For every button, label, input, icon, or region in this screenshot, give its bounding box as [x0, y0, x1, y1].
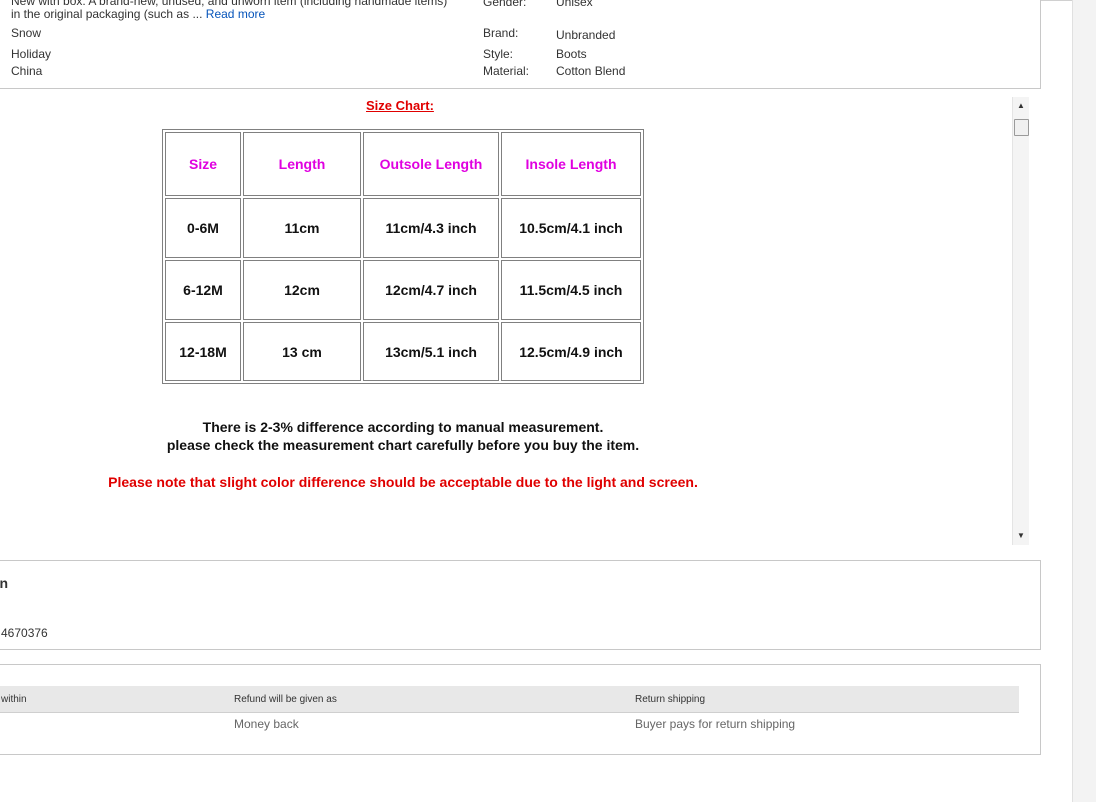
- material-value: Cotton Blend: [556, 64, 626, 78]
- table-cell: 12cm: [243, 260, 361, 320]
- scroll-down-arrow-icon[interactable]: ▼: [1013, 529, 1029, 543]
- measurement-note-1: There is 2-3% difference according to ma…: [202, 419, 604, 435]
- table-row: 12-18M 13 cm 13cm/5.1 inch 12.5cm/4.9 in…: [165, 322, 641, 381]
- color-difference-note: Please note that slight color difference…: [108, 474, 698, 490]
- table-cell: 12-18M: [165, 322, 241, 381]
- table-cell: 11.5cm/4.5 inch: [501, 260, 641, 320]
- return-shipping-header: Return shipping: [635, 694, 706, 705]
- table-cell: 10.5cm/4.1 inch: [501, 198, 641, 258]
- table-cell: 11cm: [243, 198, 361, 258]
- condition-description: New with box: A brand-new, unused, and u…: [11, 0, 451, 21]
- table-row: 6-12M 12cm 12cm/4.7 inch 11.5cm/4.5 inch: [165, 260, 641, 320]
- gender-value: Unisex: [556, 0, 593, 9]
- refund-type-value: Money back: [234, 717, 299, 731]
- table-header-row: Size Length Outsole Length Insole Length: [165, 132, 641, 196]
- material-label: Material:: [483, 64, 530, 78]
- spec-value-country: China: [11, 64, 43, 78]
- scroll-up-arrow-icon[interactable]: ▲: [1013, 99, 1029, 113]
- description-scrollbar[interactable]: ▲ ▼: [1012, 97, 1029, 545]
- size-chart-table: Size Length Outsole Length Insole Length…: [162, 129, 644, 384]
- read-more-link[interactable]: Read more: [206, 7, 265, 21]
- header-insole-length: Insole Length: [501, 132, 641, 196]
- returns-policy-section: within Refund will be given as Return sh…: [0, 664, 1041, 755]
- page-scrollbar[interactable]: [1072, 0, 1096, 802]
- table-row: 0-6M 11cm 11cm/4.3 inch 10.5cm/4.1 inch: [165, 198, 641, 258]
- table-cell: 13cm/5.1 inch: [363, 322, 499, 381]
- spec-value-snow: Snow: [11, 26, 42, 40]
- table-cell: 6-12M: [165, 260, 241, 320]
- style-value: Boots: [556, 47, 587, 61]
- returns-table-header: within Refund will be given as Return sh…: [0, 686, 1019, 713]
- gender-label: Gender:: [483, 0, 527, 9]
- brand-value: Unbranded: [556, 28, 616, 42]
- refund-given-as-header: Refund will be given as: [234, 694, 337, 705]
- scrollbar-thumb[interactable]: [1014, 119, 1029, 136]
- spec-value-holiday: Holiday: [11, 47, 52, 61]
- table-cell: 11cm/4.3 inch: [363, 198, 499, 258]
- returns-table-row: Money back Buyer pays for return shippin…: [0, 717, 1019, 735]
- header-outsole-length: Outsole Length: [363, 132, 499, 196]
- size-chart-title: Size Chart:: [366, 98, 434, 113]
- header-length: Length: [243, 132, 361, 196]
- table-cell: 12cm/4.7 inch: [363, 260, 499, 320]
- table-cell: 0-6M: [165, 198, 241, 258]
- return-shipping-value: Buyer pays for return shipping: [635, 717, 796, 731]
- header-size: Size: [165, 132, 241, 196]
- section-heading: on: [0, 575, 9, 591]
- table-cell: 12.5cm/4.9 inch: [501, 322, 641, 381]
- item-number: 4670376: [1, 626, 48, 640]
- style-label: Style:: [483, 47, 514, 61]
- returns-within-header: within: [1, 694, 27, 705]
- measurement-note-2: please check the measurement chart caref…: [166, 437, 640, 453]
- brand-label: Brand:: [483, 26, 519, 40]
- table-cell: 13 cm: [243, 322, 361, 381]
- item-specifics-panel: New with box: A brand-new, unused, and u…: [0, 0, 1041, 89]
- item-info-section: on 4670376: [0, 560, 1041, 650]
